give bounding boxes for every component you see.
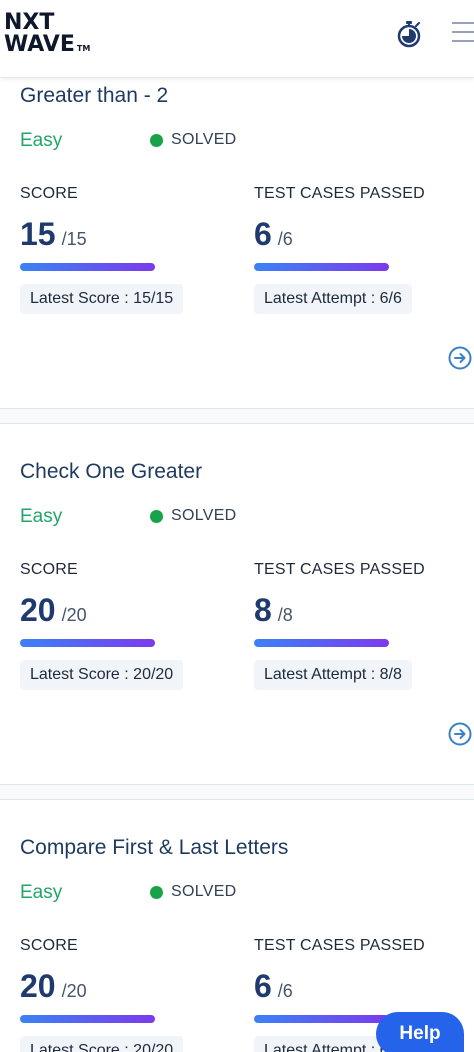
difficulty-label: Easy [20, 130, 63, 151]
tests-progress-bar [254, 639, 389, 647]
tests-number: 6 [254, 968, 272, 1004]
difficulty-label: Easy [20, 882, 63, 903]
problem-title: Check One Greater [20, 460, 203, 483]
status-text: SOLVED [171, 507, 237, 524]
score-total: /15 [61, 229, 87, 249]
score-value: 20 /20 [20, 592, 87, 629]
test-cases-label: TEST CASES PASSED [254, 561, 425, 578]
latest-attempt-pill: Latest Attempt : 6/6 [254, 284, 412, 314]
top-navbar: NXT WAVE TM [0, 0, 474, 78]
status-badge: SOLVED [150, 507, 237, 525]
tests-total: /6 [277, 981, 293, 1001]
logo-text-line1: NXT [4, 10, 55, 35]
status-badge: SOLVED [150, 883, 237, 901]
test-cases-label: TEST CASES PASSED [254, 185, 425, 202]
logo-trademark: TM [76, 44, 91, 53]
tests-total: /6 [277, 229, 293, 249]
help-button[interactable]: Help [376, 1012, 464, 1052]
stopwatch-icon[interactable] [396, 20, 422, 48]
nxtwave-logo[interactable]: NXT WAVE TM [4, 12, 100, 60]
solved-dot-icon [150, 133, 163, 147]
score-progress-bar [20, 1015, 155, 1023]
tests-number: 8 [254, 592, 272, 628]
hamburger-menu-icon[interactable] [452, 22, 474, 44]
score-total: /20 [61, 605, 87, 625]
status-badge: SOLVED [150, 131, 237, 149]
tests-value: 8 /8 [254, 592, 293, 629]
latest-attempt-pill: Latest Attempt : 8/8 [254, 660, 412, 690]
open-problem-arrow-icon[interactable] [448, 722, 472, 746]
score-value: 20 /20 [20, 968, 87, 1005]
score-number: 20 [20, 592, 56, 628]
problem-card: Greater than - 2 Easy SOLVED SCORE TEST … [0, 78, 474, 408]
status-text: SOLVED [171, 883, 237, 900]
tests-total: /8 [277, 605, 293, 625]
problem-title: Greater than - 2 [20, 84, 169, 107]
logo-text-line2: WAVE TM [4, 34, 100, 60]
score-number: 20 [20, 968, 56, 1004]
card-divider [0, 408, 474, 424]
score-number: 15 [20, 216, 56, 252]
score-label: SCORE [20, 185, 78, 202]
solved-dot-icon [150, 509, 163, 523]
tests-progress-bar [254, 263, 389, 271]
latest-score-pill: Latest Score : 15/15 [20, 284, 184, 314]
card-divider [0, 784, 474, 800]
difficulty-label: Easy [20, 506, 63, 527]
latest-score-pill: Latest Score : 20/20 [20, 660, 184, 690]
logo-text-wave: WAVE [4, 32, 75, 57]
score-progress-bar [20, 639, 155, 647]
score-progress-bar [20, 263, 155, 271]
latest-score-pill: Latest Score : 20/20 [20, 1036, 184, 1052]
score-label: SCORE [20, 561, 78, 578]
test-cases-label: TEST CASES PASSED [254, 937, 425, 954]
tests-value: 6 /6 [254, 216, 293, 253]
problem-title: Compare First & Last Letters [20, 836, 289, 859]
tests-number: 6 [254, 216, 272, 252]
solved-dot-icon [150, 885, 163, 899]
score-value: 15 /15 [20, 216, 87, 253]
score-label: SCORE [20, 937, 78, 954]
status-text: SOLVED [171, 131, 237, 148]
score-total: /20 [61, 981, 87, 1001]
tests-progress-bar [254, 1015, 389, 1023]
open-problem-arrow-icon[interactable] [448, 346, 472, 370]
problem-card: Check One Greater Easy SOLVED SCORE TEST… [0, 424, 474, 784]
tests-value: 6 /6 [254, 968, 293, 1005]
